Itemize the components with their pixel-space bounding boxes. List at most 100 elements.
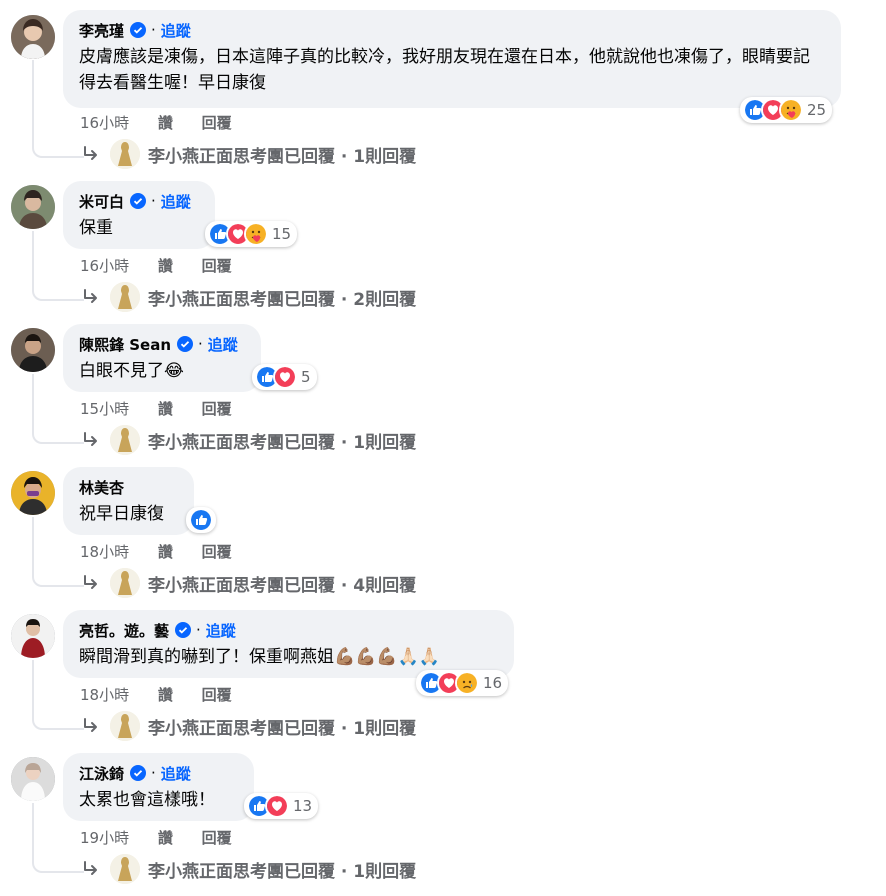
verified-badge-icon <box>175 622 192 638</box>
thread-connector <box>32 231 84 301</box>
follow-button[interactable]: 追蹤 <box>161 763 191 784</box>
reaction-summary[interactable]: 5 <box>252 364 317 390</box>
verified-badge-icon <box>130 765 147 781</box>
view-replies-link[interactable]: 李小燕正面思考團已回覆 · 1則回覆 <box>80 709 416 743</box>
like-button[interactable]: 讚 <box>158 400 173 418</box>
replier-avatar <box>110 425 140 455</box>
comment-text: 白眼不見了😂 <box>79 361 184 381</box>
avatar[interactable] <box>11 757 55 801</box>
comment-bubble: 江泳錡 · 追蹤 太累也會這樣哦！ <box>63 753 254 821</box>
comment-timestamp[interactable]: 16小時 <box>80 114 129 132</box>
reaction-count: 13 <box>293 797 313 815</box>
separator: · <box>196 621 201 639</box>
reaction-count: 16 <box>483 674 503 692</box>
view-replies-link[interactable]: 李小燕正面思考團已回覆 · 1則回覆 <box>80 137 416 171</box>
follow-button[interactable]: 追蹤 <box>206 620 236 641</box>
reply-summary: 李小燕正面思考團已回覆 · 4則回覆 <box>148 575 417 596</box>
reaction-summary[interactable]: 15 <box>205 221 298 247</box>
love-icon <box>273 365 297 389</box>
like-button[interactable]: 讚 <box>158 686 173 704</box>
view-replies-link[interactable]: 李小燕正面思考團已回覆 · 2則回覆 <box>80 280 416 314</box>
view-replies-link[interactable]: 李小燕正面思考團已回覆 · 1則回覆 <box>80 852 416 886</box>
like-button[interactable]: 讚 <box>158 829 173 847</box>
reply-summary: 李小燕正面思考團已回覆 · 1則回覆 <box>148 718 417 739</box>
reaction-count: 5 <box>301 368 311 386</box>
thread-connector <box>32 660 84 730</box>
follow-button[interactable]: 追蹤 <box>208 334 238 355</box>
comment-timestamp[interactable]: 15小時 <box>80 400 129 418</box>
reply-button[interactable]: 回覆 <box>202 829 232 847</box>
avatar[interactable] <box>11 614 55 658</box>
care-icon <box>244 222 268 246</box>
view-replies-link[interactable]: 李小燕正面思考團已回覆 · 1則回覆 <box>80 423 416 457</box>
replier-avatar <box>110 711 140 741</box>
comment-meta: 19小時 讚 回覆 <box>80 827 256 848</box>
reply-button[interactable]: 回覆 <box>202 686 232 704</box>
view-replies-link[interactable]: 李小燕正面思考團已回覆 · 4則回覆 <box>80 566 416 600</box>
comment-text: 瞬間滑到真的嚇到了！保重啊燕姐💪🏽💪🏽💪🏽🙏🏻🙏🏻 <box>79 647 440 667</box>
comment-timestamp[interactable]: 18小時 <box>80 543 129 561</box>
comment-item: 米可白 · 追蹤 保重 15 16小時 讚 回覆 李小燕正面思考團已回覆 · 2… <box>0 181 886 324</box>
reply-arrow-icon <box>84 575 97 589</box>
comment-item: 江泳錡 · 追蹤 太累也會這樣哦！ 13 19小時 讚 回覆 李小燕正面思考團已… <box>0 753 886 896</box>
reaction-summary[interactable] <box>186 507 216 533</box>
comment-meta: 16小時 讚 回覆 <box>80 112 256 133</box>
avatar[interactable] <box>11 471 55 515</box>
avatar[interactable] <box>11 328 55 372</box>
thread-connector <box>32 374 84 444</box>
comment-author[interactable]: 江泳錡 <box>79 763 124 784</box>
reply-summary: 李小燕正面思考團已回覆 · 1則回覆 <box>148 432 417 453</box>
comment-author[interactable]: 米可白 <box>79 191 124 212</box>
reaction-summary[interactable]: 13 <box>244 793 319 819</box>
reaction-summary[interactable]: 25 <box>740 97 833 123</box>
comment-meta: 18小時 讚 回覆 <box>80 684 256 705</box>
reply-arrow-icon <box>84 718 97 732</box>
separator: · <box>151 192 156 210</box>
comment-text: 祝早日康復 <box>79 504 164 524</box>
comment-timestamp[interactable]: 18小時 <box>80 686 129 704</box>
comment-text: 皮膚應該是凍傷，日本這陣子真的比較冷，我好朋友現在還在日本，他就說他也凍傷了，眼… <box>79 47 810 93</box>
like-button[interactable]: 讚 <box>158 114 173 132</box>
follow-button[interactable]: 追蹤 <box>161 20 191 41</box>
care-icon <box>779 98 803 122</box>
comment-timestamp[interactable]: 19小時 <box>80 829 129 847</box>
reaction-count: 15 <box>272 225 292 243</box>
reply-summary: 李小燕正面思考團已回覆 · 1則回覆 <box>148 861 417 882</box>
comment-bubble: 亮哲。遊。藝 · 追蹤 瞬間滑到真的嚇到了！保重啊燕姐💪🏽💪🏽💪🏽🙏🏻🙏🏻 <box>63 610 514 678</box>
separator: · <box>151 21 156 39</box>
reply-button[interactable]: 回覆 <box>202 257 232 275</box>
reaction-count: 25 <box>807 101 827 119</box>
replier-avatar <box>110 854 140 884</box>
reply-button[interactable]: 回覆 <box>202 400 232 418</box>
separator: · <box>151 764 156 782</box>
sad-icon <box>455 671 479 695</box>
comment-timestamp[interactable]: 16小時 <box>80 257 129 275</box>
comment-author[interactable]: 亮哲。遊。藝 <box>79 620 169 641</box>
comment-meta: 16小時 讚 回覆 <box>80 255 256 276</box>
comment-author[interactable]: 陳熙鋒 Sean <box>79 334 171 355</box>
comment-author[interactable]: 林美杏 <box>79 477 124 498</box>
comment-meta: 15小時 讚 回覆 <box>80 398 256 419</box>
comment-item: 李亮瑾 · 追蹤 皮膚應該是凍傷，日本這陣子真的比較冷，我好朋友現在還在日本，他… <box>0 10 886 169</box>
avatar[interactable] <box>11 185 55 229</box>
thread-connector <box>32 517 84 587</box>
reply-arrow-icon <box>84 432 97 446</box>
comment-author[interactable]: 李亮瑾 <box>79 20 124 41</box>
comment-text: 保重 <box>79 218 113 238</box>
comment-item: 亮哲。遊。藝 · 追蹤 瞬間滑到真的嚇到了！保重啊燕姐💪🏽💪🏽💪🏽🙏🏻🙏🏻 16… <box>0 610 886 753</box>
comment-item: 陳熙鋒 Sean · 追蹤 白眼不見了😂 5 15小時 讚 回覆 李小燕正面思考… <box>0 324 886 467</box>
love-icon <box>265 794 289 818</box>
reply-button[interactable]: 回覆 <box>202 114 232 132</box>
reply-arrow-icon <box>84 289 97 303</box>
reply-summary: 李小燕正面思考團已回覆 · 1則回覆 <box>148 146 417 167</box>
replier-avatar <box>110 282 140 312</box>
thread-connector <box>32 60 84 158</box>
like-button[interactable]: 讚 <box>158 543 173 561</box>
reply-button[interactable]: 回覆 <box>202 543 232 561</box>
reaction-summary[interactable]: 16 <box>416 670 509 696</box>
avatar[interactable] <box>11 15 55 59</box>
like-button[interactable]: 讚 <box>158 257 173 275</box>
separator: · <box>198 335 203 353</box>
comment-bubble: 米可白 · 追蹤 保重 <box>63 181 215 249</box>
follow-button[interactable]: 追蹤 <box>161 191 191 212</box>
